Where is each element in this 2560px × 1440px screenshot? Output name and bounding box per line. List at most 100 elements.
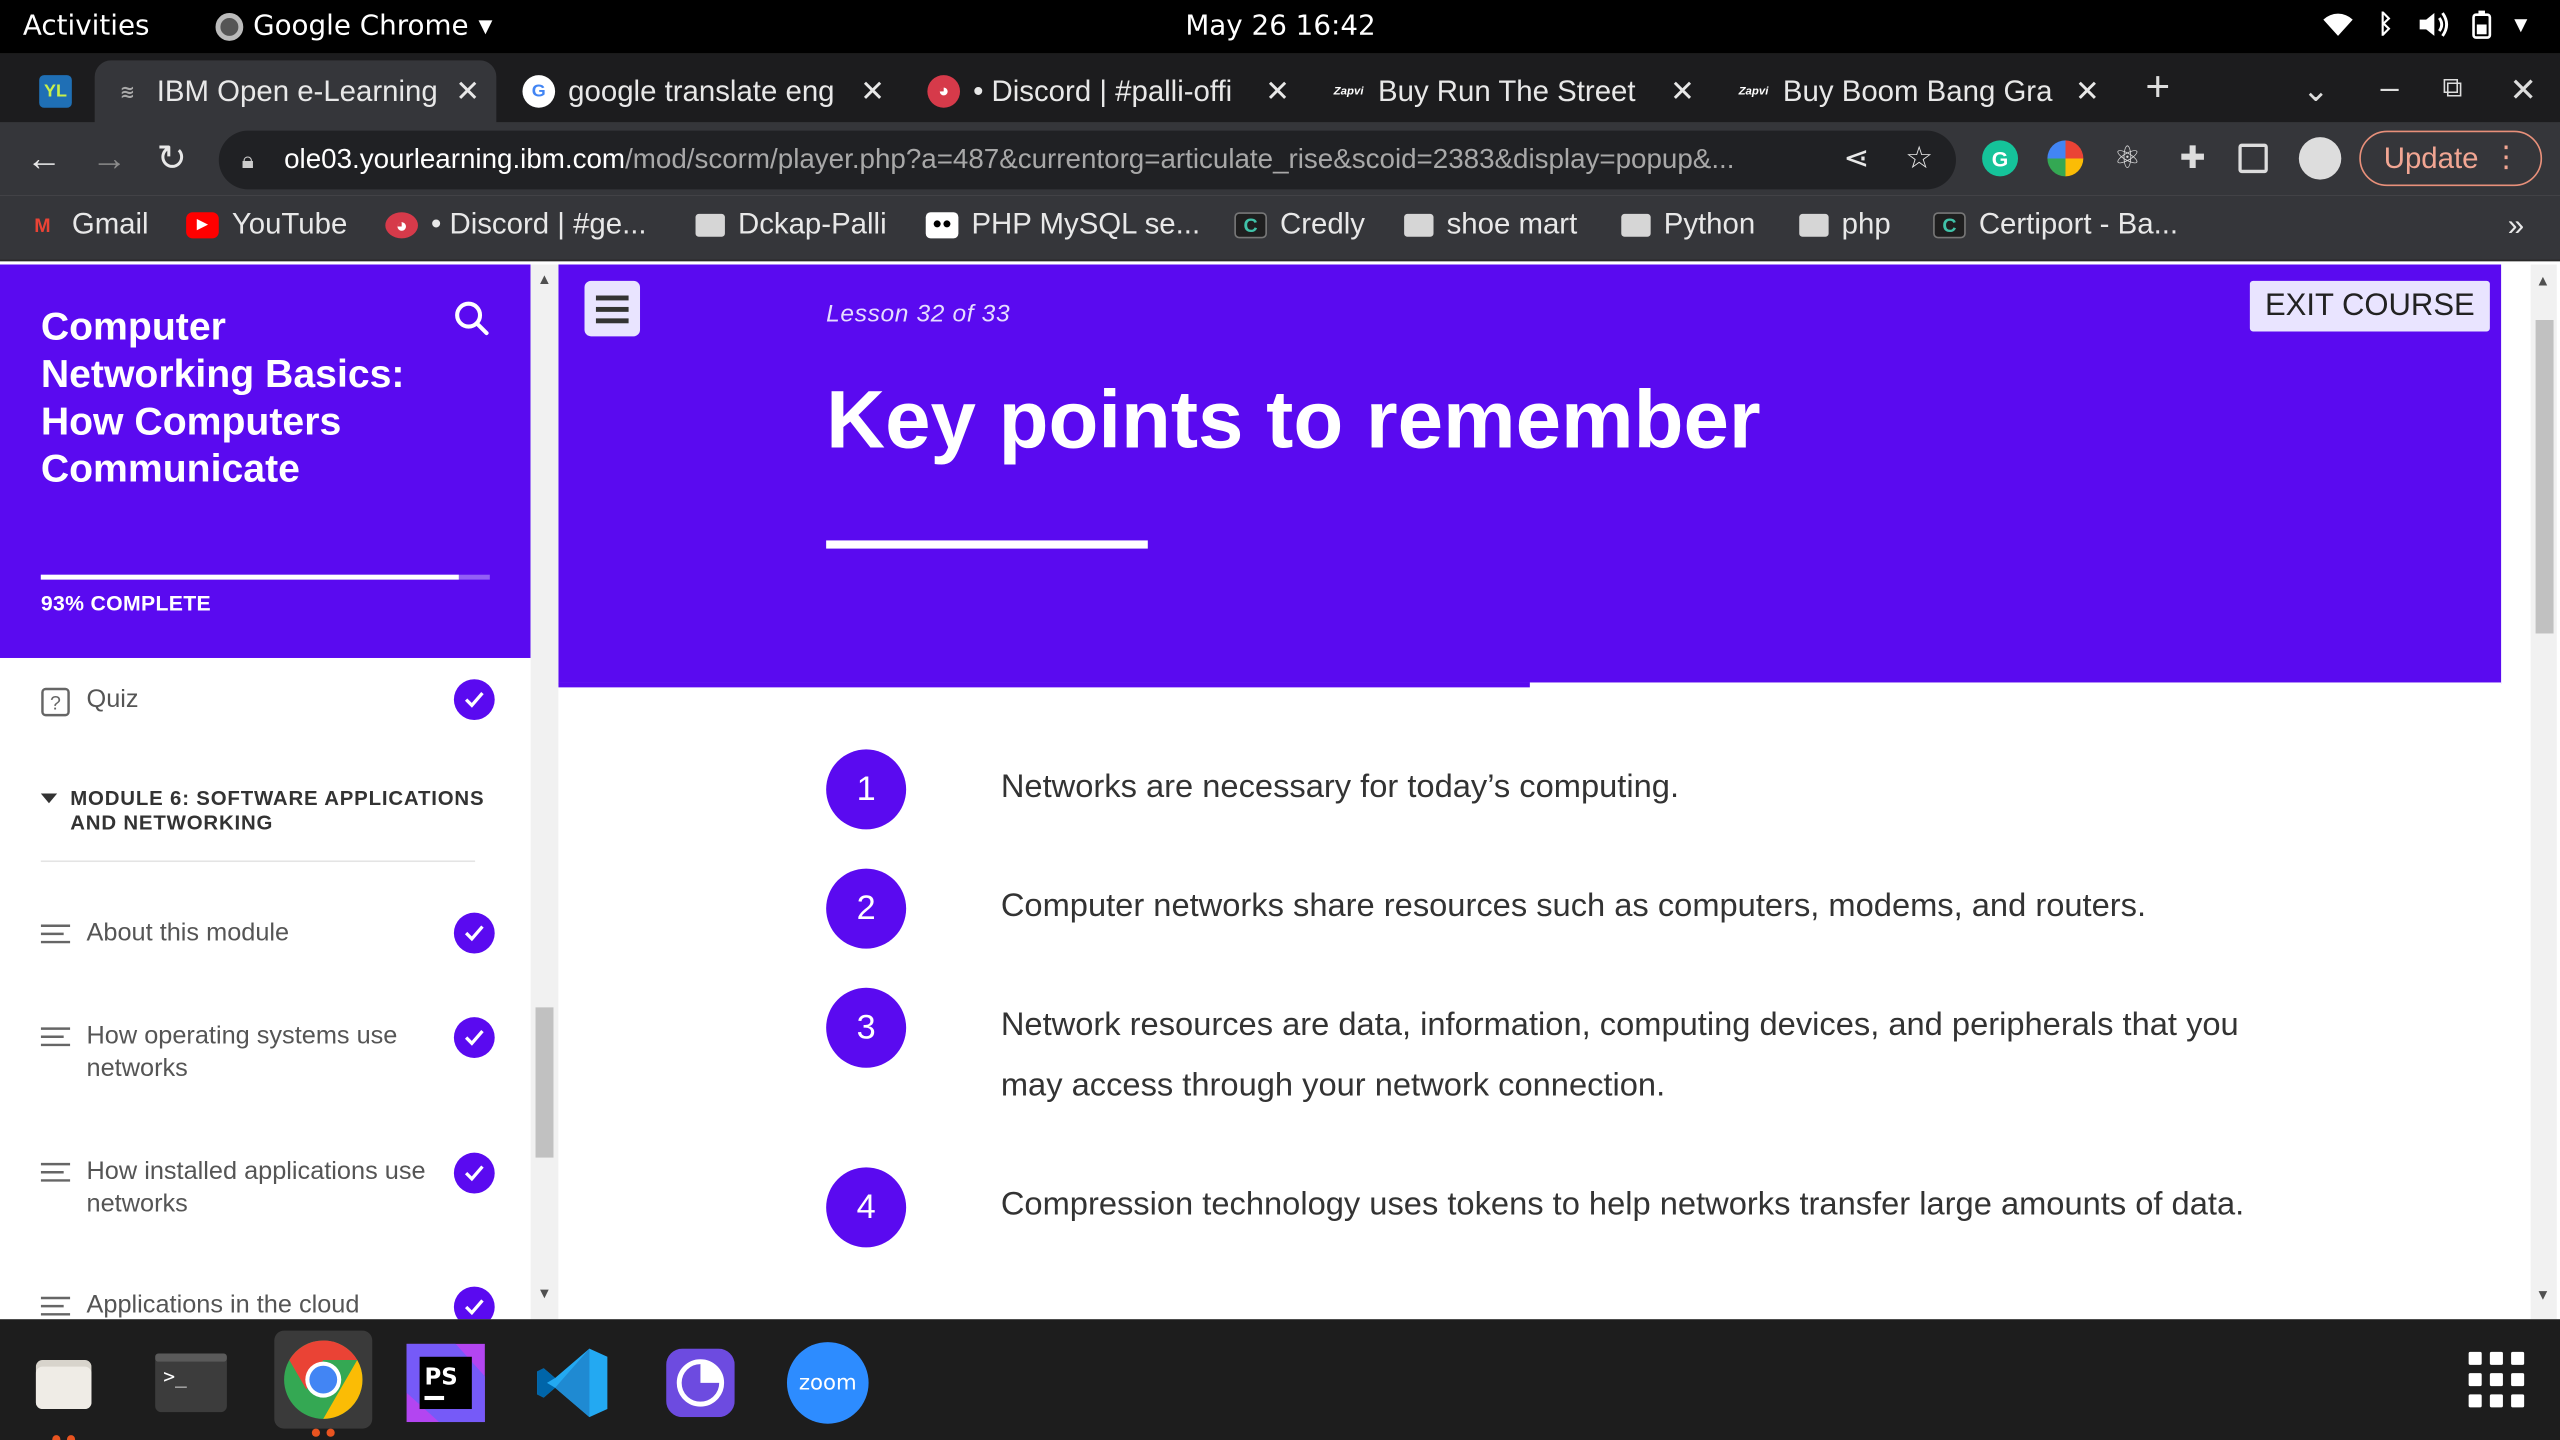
bookmark-php[interactable]: php <box>1799 207 1891 241</box>
collapse-triangle-icon <box>40 793 58 804</box>
sidebar-scrollbar[interactable]: ▲ ▼ <box>530 264 559 1320</box>
vscode-app[interactable] <box>529 1339 617 1427</box>
clock[interactable]: May 26 16:42 <box>1185 10 1375 43</box>
sidebar-scroll-thumb[interactable] <box>535 1007 554 1158</box>
page-scroll-thumb[interactable] <box>2535 320 2554 634</box>
search-icon[interactable] <box>454 300 490 336</box>
close-icon[interactable]: ✕ <box>1265 74 1290 108</box>
page-scrollbar[interactable]: ▲ ▼ <box>2501 264 2560 1320</box>
bookmark-label: • Discord | #ge... <box>431 207 647 241</box>
ibm-logo-icon: ≋ <box>119 82 135 103</box>
close-icon[interactable]: ✕ <box>860 74 885 108</box>
bookmark-label: PHP MySQL se... <box>971 207 1201 241</box>
restore-icon[interactable]: ⧉ <box>2443 72 2463 105</box>
quiz-icon: ? <box>41 687 70 717</box>
color-picker-extension-icon[interactable] <box>2047 140 2084 177</box>
close-icon[interactable]: ✕ <box>1670 74 1695 108</box>
terminal-app[interactable]: >_ <box>147 1339 235 1427</box>
web-page: Computer Networking Basics: How Computer… <box>0 264 2560 1320</box>
discord-favicon-icon: ◕ <box>927 75 961 108</box>
chrome-icon <box>284 1340 363 1419</box>
bookmark-gmail[interactable]: M Gmail <box>26 207 148 241</box>
zoom-app[interactable]: zoom <box>784 1339 872 1427</box>
tab-title: Buy Boom Bang Gra <box>1782 74 2053 107</box>
bookmark-credly[interactable]: C Credly <box>1234 207 1365 241</box>
exit-course-button[interactable]: EXIT COURSE <box>2249 280 2490 332</box>
close-icon[interactable]: ✕ <box>2075 74 2100 108</box>
menu-toggle-button[interactable] <box>584 280 641 337</box>
gmail-icon: M <box>34 213 51 236</box>
phpstorm-app[interactable]: PS <box>402 1339 490 1427</box>
activities-button[interactable]: Activities <box>23 10 150 43</box>
course-sidebar-header: Computer Networking Basics: How Computer… <box>0 264 531 658</box>
tab-discord[interactable]: ◕ • Discord | #palli-offi ✕ <box>911 60 1306 122</box>
grammarly-icon[interactable]: G <box>1982 140 2019 177</box>
close-icon[interactable]: ✕ <box>455 74 480 108</box>
svg-text:>_: >_ <box>163 1365 187 1388</box>
key-point-text: Computer networks share resources such a… <box>1000 888 2147 925</box>
address-bar[interactable]: 🔒︎ ole03.yourlearning.ibm.com /mod/scorm… <box>218 130 1956 190</box>
side-panel-icon[interactable] <box>2238 143 2268 174</box>
credly-icon: C <box>1234 211 1267 238</box>
app-menu-label: Google Chrome <box>253 9 469 43</box>
scroll-down-arrow-icon[interactable]: ▼ <box>2536 1287 2551 1303</box>
lesson-header: Lesson 32 of 33 Key points to remember E… <box>558 264 2502 685</box>
title-underline <box>826 540 1148 549</box>
files-app[interactable] <box>20 1339 108 1440</box>
yourlearning-favicon-icon: YL <box>39 75 72 108</box>
show-applications-grid-icon[interactable] <box>2468 1351 2525 1408</box>
bookmark-label: Python <box>1663 207 1756 241</box>
update-label: Update <box>2383 141 2479 174</box>
chrome-app[interactable] <box>274 1330 373 1437</box>
key-point-number: 1 <box>826 749 907 830</box>
bookmark-discord[interactable]: ◕ • Discord | #ge... <box>385 207 647 241</box>
scroll-up-arrow-icon[interactable]: ▲ <box>537 271 552 287</box>
sidebar-item-label: Quiz <box>86 685 139 714</box>
key-point-text: Networks are necessary for today’s compu… <box>1000 769 1680 805</box>
react-devtools-icon[interactable]: ⚛ <box>2109 140 2145 176</box>
minimize-icon[interactable]: – <box>2380 70 2398 108</box>
extensions-puzzle-icon[interactable]: ✚ <box>2175 140 2211 176</box>
new-tab-button[interactable]: + <box>2145 62 2170 113</box>
tab-yourlearning[interactable]: YL <box>23 60 88 122</box>
bookmark-python[interactable]: Python <box>1621 207 1755 241</box>
scroll-up-arrow-icon[interactable]: ▲ <box>2536 273 2551 289</box>
course-progress-label: 93% COMPLETE <box>40 591 212 616</box>
folder-icon <box>695 213 725 236</box>
tab-search-chevron-icon[interactable]: ⌄ <box>2302 70 2329 111</box>
app-menu[interactable]: Google Chrome ▾ <box>215 9 492 43</box>
bookmark-dckap-palli[interactable]: Dckap-Palli <box>695 207 887 241</box>
zoom-label: zoom <box>798 1370 857 1396</box>
bookmark-youtube[interactable]: ▶ YouTube <box>186 207 347 241</box>
tab-buy-run-the-street[interactable]: Zapvi Buy Run The Street ✕ <box>1316 60 1711 122</box>
profile-avatar[interactable] <box>2298 137 2342 180</box>
tab-title: IBM Open e-Learning <box>156 74 438 107</box>
key-point-number: 4 <box>826 1167 907 1248</box>
chrome-small-icon <box>215 12 244 41</box>
reload-icon[interactable]: ↻ <box>157 137 187 179</box>
tab-buy-boom-bang[interactable]: Zapvi Buy Boom Bang Gra ✕ <box>1721 60 2116 122</box>
system-tray[interactable]: ᛒ ▾ <box>2322 8 2527 39</box>
folder-icon <box>1799 213 1829 236</box>
completed-check-icon <box>453 1152 495 1194</box>
bookmark-label: Certiport - Ba... <box>1978 207 2179 241</box>
bookmark-shoe-mart[interactable]: shoe mart <box>1404 207 1577 241</box>
medium-icon: ●● <box>925 211 959 238</box>
tab-title: Buy Run The Street <box>1377 74 1636 107</box>
window-close-icon[interactable]: ✕ <box>2509 70 2536 111</box>
folder-icon <box>1621 213 1651 236</box>
sidebar-item-label: How installed applications use networks <box>86 1157 426 1218</box>
update-button[interactable]: Update ⋮ <box>2359 130 2543 187</box>
screen-recorder-app[interactable] <box>656 1339 744 1427</box>
forward-arrow-icon[interactable]: → <box>91 137 127 179</box>
share-icon[interactable]: ⋖ <box>1843 140 1869 178</box>
folder-icon <box>1404 213 1434 236</box>
tab-ibm-open-elearning[interactable]: ≋ IBM Open e-Learning ✕ <box>94 60 497 123</box>
scroll-down-arrow-icon[interactable]: ▼ <box>537 1285 552 1301</box>
back-arrow-icon[interactable]: ← <box>26 137 62 179</box>
bookmark-php-mysql[interactable]: ●● PHP MySQL se... <box>925 207 1201 241</box>
tab-google-translate[interactable]: G google translate eng ✕ <box>506 60 901 122</box>
bookmark-certiport[interactable]: C Certiport - Ba... <box>1933 207 2178 241</box>
bookmarks-overflow-button[interactable]: » <box>2508 209 2524 243</box>
bookmark-star-icon[interactable]: ☆ <box>1905 140 1933 178</box>
